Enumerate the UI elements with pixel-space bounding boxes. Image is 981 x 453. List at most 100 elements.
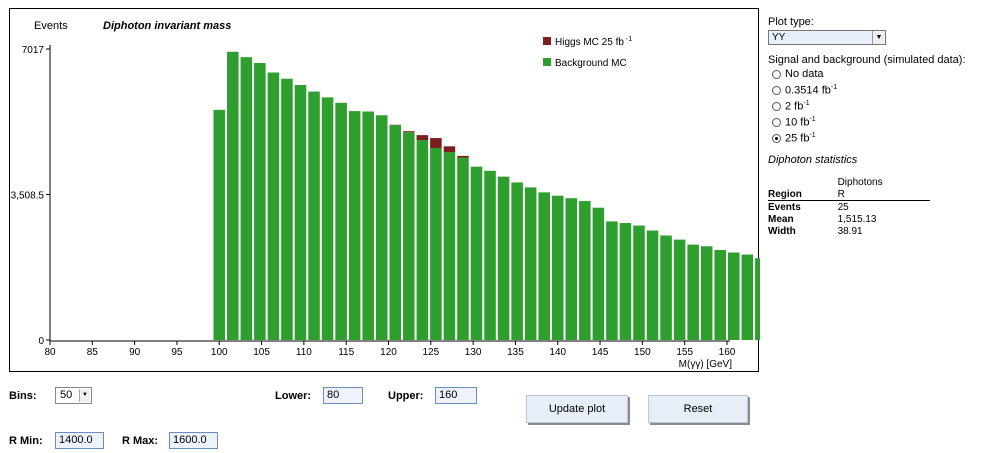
higgs-signal-bar bbox=[403, 131, 415, 133]
signal-option-text: 0.3514 fb bbox=[785, 84, 831, 97]
stats-row-value: 38.91 bbox=[837, 225, 863, 237]
legend-label-text: Background MC bbox=[555, 58, 627, 69]
background-bar bbox=[457, 157, 469, 340]
higgs-signal-bar bbox=[416, 135, 429, 141]
background-bar bbox=[687, 244, 699, 340]
bins-label: Bins: bbox=[9, 390, 37, 402]
background-bar bbox=[375, 115, 388, 340]
background-bar bbox=[646, 230, 659, 340]
stats-row: Events 25 bbox=[768, 201, 930, 214]
signal-option[interactable]: 25 fb-1 bbox=[768, 130, 978, 146]
plot-frame: Events Diphoton invariant mass 0 3,508.5 701… bbox=[9, 8, 760, 372]
background-bar bbox=[294, 84, 307, 340]
stats-row: Mean 1,515.13 bbox=[768, 213, 930, 225]
chevron-down-icon: ▼ bbox=[79, 389, 90, 402]
stats-row-value: 25 bbox=[837, 201, 849, 213]
x-tick-label: 110 bbox=[296, 347, 312, 358]
x-tick-label: 100 bbox=[211, 347, 228, 358]
radio-button[interactable] bbox=[772, 133, 781, 143]
signal-option[interactable]: 2 fb-1 bbox=[768, 98, 978, 114]
legend-swatch bbox=[543, 58, 551, 66]
x-tick-label: 155 bbox=[676, 347, 693, 358]
signal-option-text: 10 fb bbox=[785, 116, 810, 129]
x-tick-label: 125 bbox=[422, 347, 439, 358]
y-tick-label: 7017 bbox=[22, 45, 45, 56]
background-bar bbox=[335, 102, 347, 341]
legend-label-text: Higgs MC 25 fb bbox=[555, 37, 624, 48]
radio-button[interactable] bbox=[772, 117, 781, 127]
rmin-value: 1400.0 bbox=[59, 434, 93, 446]
x-tick-label: 120 bbox=[380, 347, 397, 358]
lower-input[interactable]: 80 bbox=[323, 387, 363, 404]
background-bar bbox=[565, 198, 578, 340]
x-tick-label: 80 bbox=[44, 347, 56, 358]
update-plot-button[interactable]: Update plot bbox=[526, 395, 628, 423]
lower-label: Lower: bbox=[275, 390, 312, 402]
legend-label: Background MC bbox=[555, 58, 627, 69]
signal-option-label: 10 fb-1 bbox=[785, 116, 816, 129]
higgs-signal-bar bbox=[457, 155, 469, 158]
background-bar bbox=[592, 207, 605, 340]
background-bar bbox=[728, 252, 740, 340]
background-bar bbox=[606, 221, 618, 340]
background-bar bbox=[497, 176, 510, 340]
signal-option[interactable]: 0.3514 fb-1 bbox=[768, 82, 978, 98]
higgs-signal-bar bbox=[443, 146, 456, 153]
radio-button[interactable] bbox=[772, 69, 781, 79]
x-tick-label: 145 bbox=[592, 347, 609, 358]
x-tick-label: 150 bbox=[634, 347, 651, 358]
legend-label-exponent: -1 bbox=[626, 36, 632, 43]
sidebar: Plot type: YY ▼ Signal and background (s… bbox=[768, 16, 978, 237]
x-tick-label: 160 bbox=[719, 347, 736, 358]
background-bar bbox=[511, 182, 523, 340]
background-bar bbox=[524, 187, 537, 340]
signal-label: Signal and background (simulated data): bbox=[768, 54, 966, 66]
chart-title: Diphoton invariant mass bbox=[103, 20, 231, 32]
x-axis-title: M(γγ) [GeV] bbox=[679, 359, 733, 370]
x-tick-label: 135 bbox=[507, 347, 524, 358]
chevron-down-icon: ▼ bbox=[872, 31, 885, 44]
signal-option[interactable]: No data bbox=[768, 66, 978, 82]
background-bar bbox=[281, 78, 293, 341]
stats-row-value: 1,515.13 bbox=[837, 213, 877, 225]
bins-select[interactable]: 50 ▼ bbox=[55, 387, 92, 404]
reset-button[interactable]: Reset bbox=[648, 395, 748, 423]
background-bar bbox=[240, 57, 253, 340]
rmax-label: R Max: bbox=[122, 435, 159, 447]
upper-label: Upper: bbox=[388, 390, 424, 402]
signal-option[interactable]: 10 fb-1 bbox=[768, 114, 978, 130]
legend-swatch bbox=[543, 37, 551, 45]
stats-row-label: Mean bbox=[768, 213, 794, 225]
lower-value: 80 bbox=[327, 389, 340, 401]
stats-col-r: R bbox=[837, 188, 930, 201]
upper-input[interactable]: 160 bbox=[435, 387, 477, 404]
background-bar bbox=[213, 109, 226, 340]
y-tick-label: 0 bbox=[38, 336, 44, 347]
stats-row-label: Events bbox=[768, 201, 801, 213]
background-bar bbox=[430, 147, 442, 340]
signal-option-text: 25 fb bbox=[785, 132, 810, 145]
background-bar bbox=[389, 125, 402, 340]
x-tick-label: 105 bbox=[253, 347, 270, 358]
rmax-input[interactable]: 1600.0 bbox=[169, 432, 218, 449]
plot-type-select[interactable]: YY ▼ bbox=[768, 30, 886, 45]
stats-col-region: Region bbox=[768, 188, 838, 201]
x-tick-label: 140 bbox=[549, 347, 566, 358]
rmin-input[interactable]: 1400.0 bbox=[55, 432, 104, 449]
background-bar bbox=[484, 170, 496, 340]
background-bar bbox=[348, 111, 361, 340]
y-tick-label: 3,508.5 bbox=[11, 191, 45, 202]
stats-title: Diphoton statistics bbox=[768, 154, 858, 166]
radio-button[interactable] bbox=[772, 101, 781, 111]
radio-button[interactable] bbox=[772, 85, 781, 95]
stats-row: Width 38.91 bbox=[768, 225, 930, 237]
background-bar bbox=[416, 140, 429, 340]
background-bar bbox=[551, 195, 564, 340]
rmin-label: R Min: bbox=[9, 435, 43, 447]
stats-row-label: Width bbox=[768, 225, 796, 237]
higgs-signal-bar bbox=[430, 138, 442, 148]
signal-option-text: No data bbox=[785, 68, 824, 80]
background-bar bbox=[579, 201, 591, 340]
background-bar bbox=[308, 91, 320, 340]
signal-option-label: 2 fb-1 bbox=[785, 100, 810, 113]
